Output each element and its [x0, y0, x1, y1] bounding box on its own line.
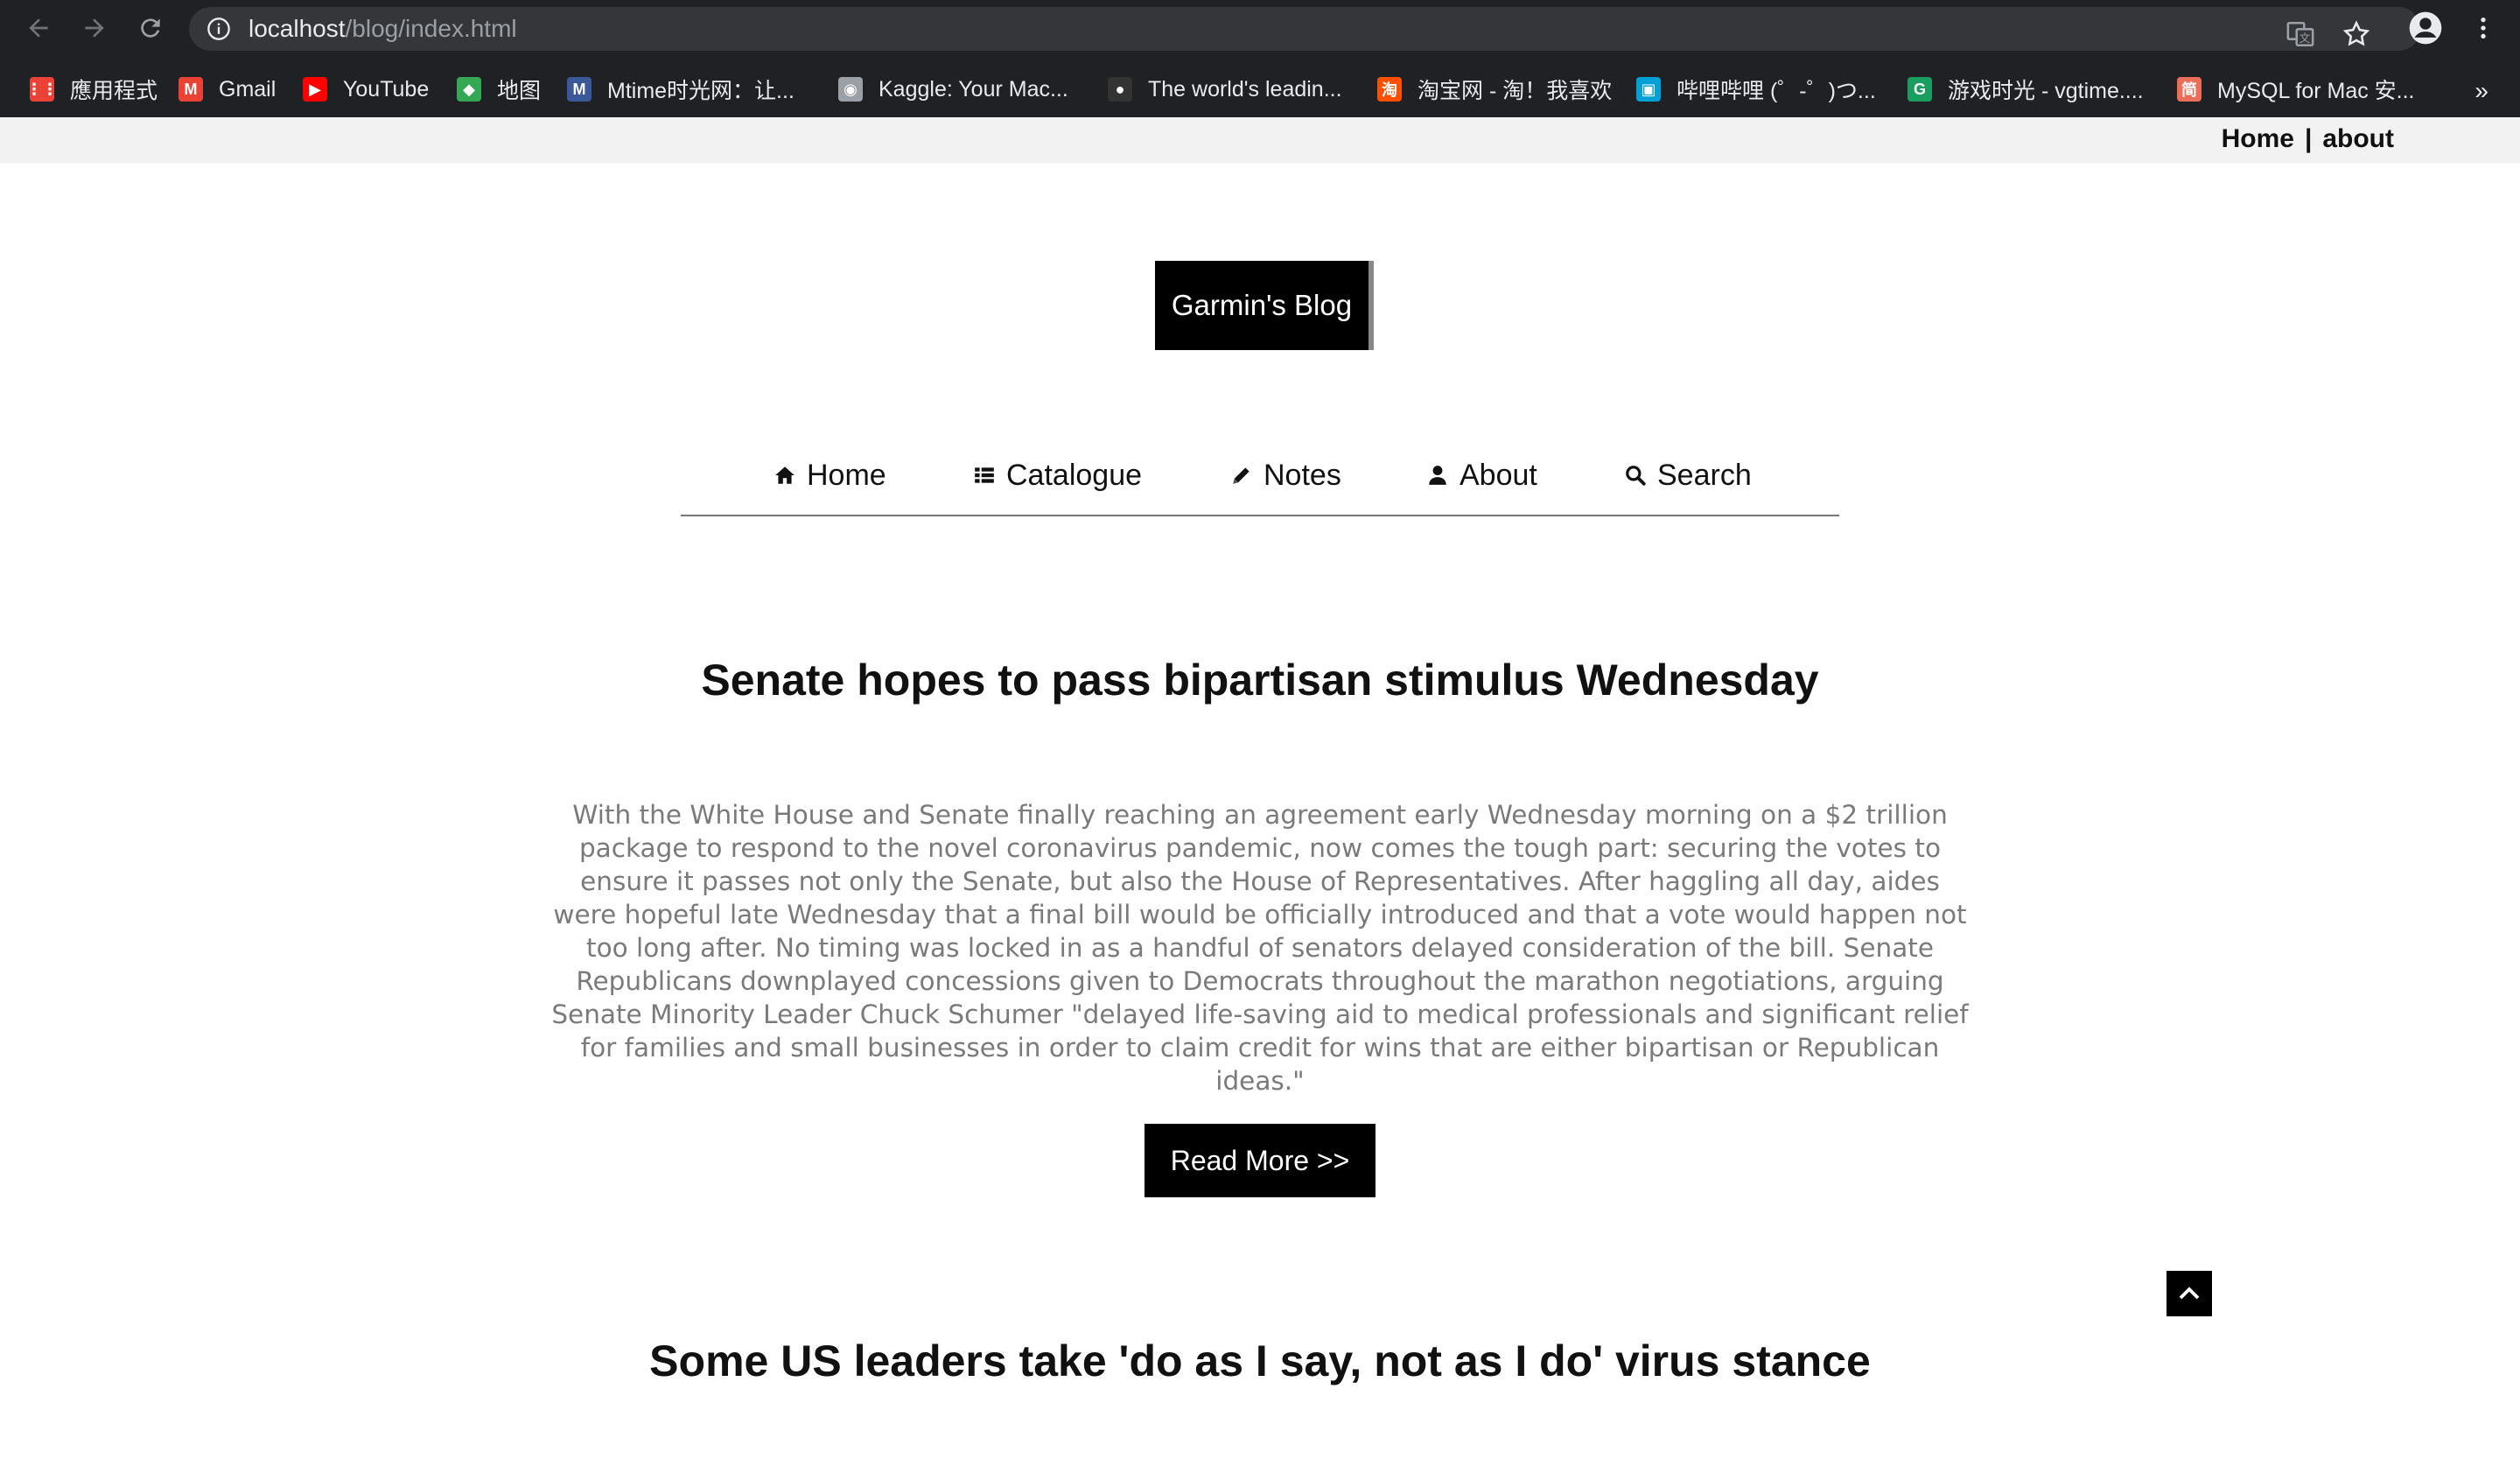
- search-icon: [1626, 466, 1646, 486]
- arrow-right-icon: [85, 18, 104, 38]
- bilibili-icon: ▣: [1636, 77, 1661, 102]
- youtube-icon: ▶: [303, 77, 327, 102]
- translate-icon[interactable]: 文: [2286, 19, 2315, 49]
- menu-item-about[interactable]: About: [1426, 453, 1537, 497]
- bookmark-item[interactable]: M Mtime时光网：让...: [567, 72, 794, 107]
- post-title[interactable]: Some US leaders take 'do as I say, not a…: [0, 1336, 2520, 1386]
- back-to-top-button[interactable]: [2166, 1271, 2212, 1316]
- taobao-icon: 淘: [1377, 77, 1402, 102]
- bookmark-item[interactable]: ▣ 哔哩哔哩 (゜-゜)つ...: [1636, 72, 1876, 107]
- bookmark-label: The world's leadin...: [1148, 76, 1342, 102]
- mtime-icon: M: [567, 77, 592, 102]
- url-host: localhost: [248, 15, 346, 42]
- top-links-bar: Home | about: [0, 117, 2520, 163]
- bookmarks-overflow-button[interactable]: »: [2474, 77, 2488, 105]
- url-path: /blog/index.html: [345, 15, 517, 42]
- bookmark-item[interactable]: G 游戏时光 - vgtime....: [1908, 72, 2144, 107]
- address-bar[interactable]: localhost/blog/index.html 文: [189, 7, 2420, 51]
- bookmark-item[interactable]: ◆ 地图: [457, 72, 541, 107]
- post-title[interactable]: Senate hopes to pass bipartisan stimulus…: [0, 655, 2520, 705]
- account-icon: [2409, 11, 2442, 45]
- chevron-up-icon: [2179, 1287, 2200, 1300]
- arrow-left-icon: [29, 18, 48, 38]
- bookmark-item[interactable]: 淘淘宝网 - 淘！我喜欢: [1377, 72, 1612, 107]
- forward-button[interactable]: [77, 11, 112, 46]
- more-vert-icon: [2481, 18, 2486, 39]
- bookmark-label: 應用程式: [70, 79, 158, 103]
- bookmark-label: Kaggle: Your Mac...: [878, 76, 1068, 102]
- maps-icon: ◆: [457, 77, 481, 102]
- menu-item-notes[interactable]: Notes: [1230, 453, 1341, 497]
- back-button[interactable]: [21, 11, 56, 46]
- jianshu-icon: 简: [2177, 77, 2202, 102]
- bookmark-item[interactable]: M Gmail: [178, 72, 276, 107]
- top-about-link[interactable]: about: [2322, 124, 2394, 153]
- bookmark-label: Gmail: [219, 76, 276, 102]
- vgtime-icon: G: [1908, 77, 1932, 102]
- menu-item-catalogue[interactable]: Catalogue: [973, 453, 1142, 497]
- browser-chrome: localhost/blog/index.html 文 ⋮⋮ 應用程式 M Gmail…: [0, 0, 2520, 117]
- apps-grid-icon: ⋮⋮: [26, 77, 58, 102]
- info-icon[interactable]: [206, 17, 231, 41]
- profile-button[interactable]: [2406, 9, 2445, 47]
- main-menu: Home Catalogue Notes About Search: [681, 446, 1839, 516]
- bookmark-label: 游戏时光 - vgtime....: [1948, 79, 2144, 103]
- svg-text:文: 文: [2300, 32, 2311, 46]
- home-icon: [775, 466, 794, 484]
- site-logo[interactable]: Garmin's Blog: [1155, 261, 1368, 350]
- bookmark-item[interactable]: ◉ Kaggle: Your Mac...: [838, 72, 1068, 107]
- bookmark-label: YouTube: [343, 76, 430, 102]
- pencil-icon: [1233, 467, 1250, 484]
- menu-item-search[interactable]: Search: [1624, 453, 1752, 497]
- menu-item-home[interactable]: Home: [774, 453, 886, 497]
- bookmark-star-icon[interactable]: [2342, 19, 2371, 49]
- bookmark-label: 地图: [497, 79, 542, 103]
- post-excerpt: With the White House and Senate finally …: [551, 800, 1969, 1096]
- menu-item-label: Home: [807, 458, 886, 492]
- bookmark-label: 淘宝网 - 淘！我喜欢: [1418, 79, 1613, 103]
- bookmarks-bar: ⋮⋮ 應用程式 M Gmail ▶ YouTube ◆ 地图 M Mtime时光网：让... ◉ Ka…: [0, 65, 2520, 117]
- bookmark-label: 哔哩哔哩 (゜-゜)つ...: [1676, 79, 1876, 103]
- bookmark-item[interactable]: ▶ YouTube: [303, 72, 429, 107]
- menu-item-label: About: [1460, 458, 1537, 492]
- menu-item-label: Search: [1657, 458, 1752, 492]
- reload-button[interactable]: [133, 11, 168, 46]
- globe-icon: ◉: [838, 77, 863, 102]
- bookmark-item[interactable]: ● The world's leadin...: [1108, 72, 1342, 107]
- top-separator: |: [2304, 124, 2313, 153]
- menu-button[interactable]: [2464, 9, 2502, 47]
- reload-icon: [141, 18, 160, 38]
- menu-item-label: Notes: [1264, 458, 1341, 492]
- menu-item-label: Catalogue: [1006, 458, 1143, 492]
- bookmark-label: Mtime时光网：让...: [607, 79, 794, 103]
- user-icon: [1429, 466, 1446, 485]
- gmail-icon: M: [178, 77, 203, 102]
- read-more-button[interactable]: Read More >>: [1144, 1124, 1376, 1197]
- bookmark-item[interactable]: 简 MySQL for Mac 安...: [2177, 72, 2415, 107]
- top-home-link[interactable]: Home: [2222, 124, 2294, 153]
- url-text: localhost/blog/index.html: [248, 15, 517, 43]
- bookmark-label: MySQL for Mac 安...: [2217, 79, 2415, 103]
- bookmark-item[interactable]: ⋮⋮ 應用程式: [26, 72, 158, 107]
- github-icon: ●: [1108, 77, 1132, 102]
- list-icon: [975, 467, 994, 483]
